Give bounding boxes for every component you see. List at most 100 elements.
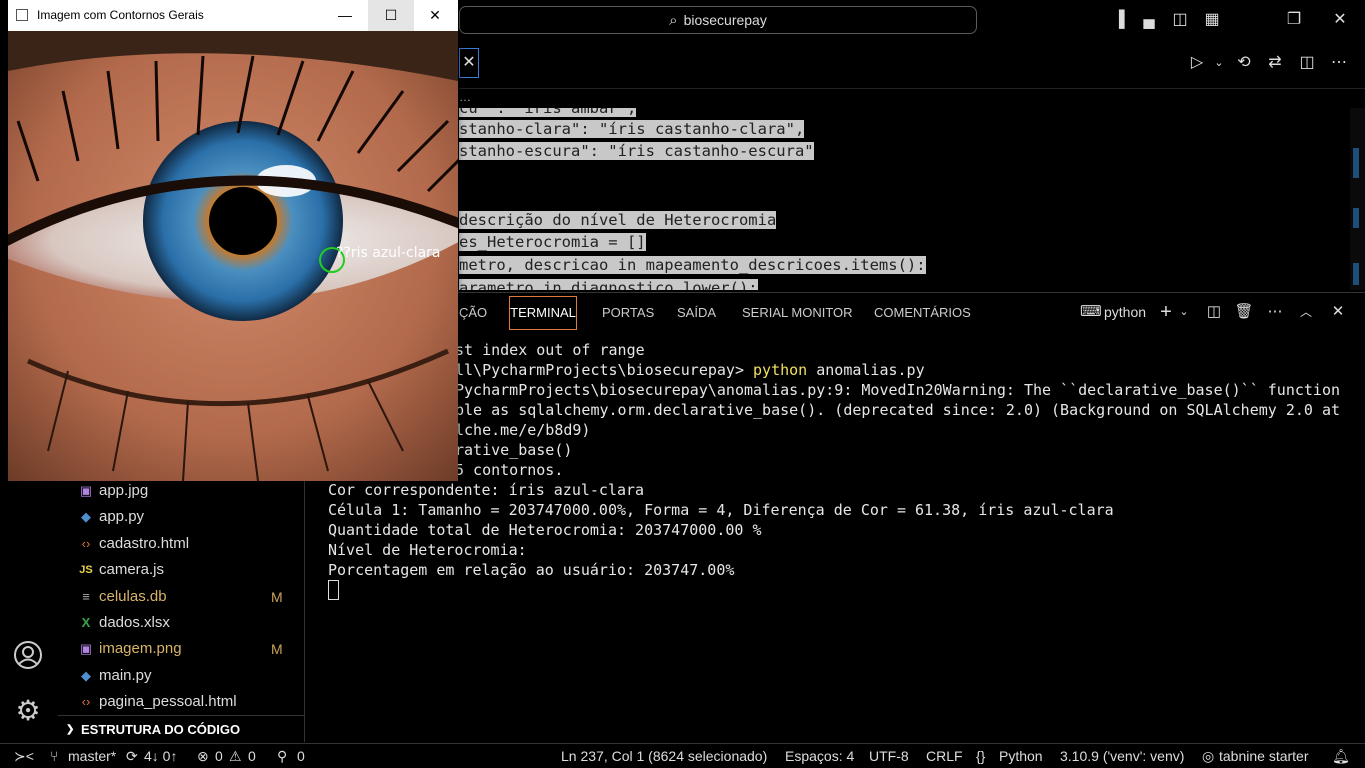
status-bar: ≻< ⑂ master* ⟳ 4↓ 0↑ ⊗ 0 ⚠ 0 ⚲ 0 Ln 237,…: [0, 743, 1365, 768]
minimize-icon[interactable]: —: [322, 0, 368, 31]
code-line: arametro in diagnostico.lower():: [459, 279, 758, 290]
breadcrumb[interactable]: …: [459, 90, 471, 104]
cursor-position[interactable]: Ln 237, Col 1 (8624 selecionado): [561, 744, 767, 768]
html-icon: ‹›: [81, 536, 91, 551]
warning-count[interactable]: 0: [248, 744, 256, 768]
minimap[interactable]: [1350, 108, 1365, 290]
settings-gear-icon[interactable]: ⚙: [13, 696, 43, 726]
close-icon[interactable]: ✕: [412, 0, 458, 31]
compare-changes-icon[interactable]: ⇄: [1264, 52, 1286, 74]
tab-ports[interactable]: PORTAS: [602, 305, 654, 320]
remote-icon[interactable]: ≻<: [14, 744, 34, 768]
tab-serial-monitor[interactable]: SERIAL MONITOR: [742, 305, 853, 320]
error-icon: ⊗: [197, 748, 209, 764]
code-line: descrição do nível de Heterocromia: [459, 211, 777, 229]
file-item[interactable]: ◆ app.py: [58, 504, 304, 530]
file-item[interactable]: Xdados.xlsx: [58, 610, 304, 636]
split-terminal-icon[interactable]: ◫: [1204, 302, 1224, 322]
ports-icon: ⚲: [277, 748, 288, 764]
terminal-output[interactable]: st index out of range ll\PycharmProjects…: [328, 340, 1358, 600]
file-item[interactable]: JS camera.js: [58, 557, 304, 583]
file-item[interactable]: ▣ imagem.png M: [58, 636, 304, 662]
indentation[interactable]: Espaços: 4: [785, 744, 854, 768]
tab-terminal[interactable]: TERMINAL: [509, 296, 577, 330]
more-actions-icon[interactable]: ⋯: [1265, 302, 1285, 322]
terminal-line: ble as sqlalchemy.orm.declarative_base()…: [455, 401, 1341, 419]
end-of-line[interactable]: CRLF: [926, 744, 963, 768]
tab-problems[interactable]: ÇÃO: [459, 305, 487, 320]
split-editor-icon[interactable]: ◫: [1296, 52, 1318, 74]
tabnine-status[interactable]: tabnine starter: [1219, 744, 1309, 768]
branch-icon: ⑂: [50, 748, 59, 764]
contour-label: ??ris azul-clara: [336, 245, 441, 261]
error-count[interactable]: 0: [215, 744, 223, 768]
close-panel-icon[interactable]: ✕: [1328, 302, 1348, 322]
modified-badge: M: [271, 641, 283, 657]
tab-output[interactable]: SAÍDA: [677, 305, 716, 320]
python-interpreter[interactable]: 3.10.9 ('venv': venv): [1060, 744, 1184, 768]
account-icon[interactable]: [13, 640, 43, 670]
timeline-icon[interactable]: ⟲: [1233, 52, 1255, 74]
file-item[interactable]: ‹› pagina_pessoal.html: [58, 689, 304, 715]
file-item[interactable]: ▣ app.jpg: [58, 478, 304, 504]
encoding[interactable]: UTF-8: [869, 744, 909, 768]
image-icon: ▣: [79, 641, 93, 656]
command-center-search[interactable]: ⌕ biosecurepay: [459, 6, 977, 34]
code-line: stanho-escura": "íris castanho-escura": [459, 142, 814, 160]
maximize-icon[interactable]: ☐: [368, 0, 414, 31]
restore-window-icon[interactable]: ❐: [1284, 10, 1304, 30]
trash-icon[interactable]: 🗑: [1234, 302, 1254, 322]
terminal-line: st index out of range: [455, 341, 645, 359]
toggle-panel-icon[interactable]: ▄: [1139, 10, 1159, 30]
outline-section-header[interactable]: ❯ ESTRUTURA DO CÓDIGO: [58, 715, 304, 744]
tabnine-icon: ◎: [1202, 748, 1215, 764]
ports-count[interactable]: 0: [297, 744, 305, 768]
terminal-line: PycharmProjects\biosecurepay\anomalias.p…: [455, 381, 1341, 399]
terminal-line: 5 contornos.: [455, 461, 564, 479]
maximize-panel-icon[interactable]: ︿: [1296, 302, 1316, 322]
app-icon: [16, 9, 28, 21]
modified-badge: M: [271, 589, 283, 605]
chevron-down-icon[interactable]: ⌄: [1177, 302, 1191, 322]
code-editor[interactable]: cu" : "íris ambar", stanho-clara": "íris…: [459, 108, 1349, 290]
command-arg: anomalias.py: [807, 361, 925, 379]
image-window-title: Imagem com Contornos Gerais: [37, 8, 204, 22]
code-line: es_Heterocromia = []: [459, 233, 646, 251]
notifications-bell-icon[interactable]: 🔔︎: [1332, 744, 1350, 768]
file-item[interactable]: ‹› cadastro.html: [58, 531, 304, 557]
chevron-down-icon[interactable]: ⌄: [1208, 52, 1230, 74]
toggle-primary-sidebar-icon[interactable]: ▐: [1109, 10, 1129, 30]
file-item[interactable]: ≡ celulas.db M: [58, 584, 304, 610]
new-terminal-icon[interactable]: +: [1156, 302, 1176, 322]
chevron-right-icon: ❯: [66, 724, 75, 735]
image-icon: ▣: [79, 483, 93, 498]
close-tab-icon[interactable]: ✕: [459, 48, 479, 78]
activity-bar: ⚙: [0, 480, 58, 742]
python-icon: ◆: [81, 668, 91, 683]
close-window-icon[interactable]: ✕: [1330, 10, 1350, 30]
terminal-shell-label[interactable]: python: [1104, 302, 1146, 322]
js-icon: JS: [79, 564, 93, 576]
customize-layout-icon[interactable]: ▦: [1202, 10, 1222, 30]
image-window-titlebar[interactable]: Imagem com Contornos Gerais — ☐ ✕: [8, 0, 458, 31]
explorer-panel: ▣ app.jpg ◆ app.py ‹› cadastro.html JS camer…: [58, 480, 305, 742]
eye-photo: ??ris azul-clara: [8, 31, 458, 481]
terminal-line: ll\PycharmProjects\biosecurepay> python …: [455, 361, 925, 379]
db-icon: ≡: [82, 589, 90, 604]
branch-label[interactable]: master*: [68, 744, 116, 768]
html-icon: ‹›: [81, 694, 91, 709]
file-item[interactable]: ◆ main.py: [58, 663, 304, 689]
run-icon[interactable]: ▷: [1186, 52, 1208, 74]
terminal-line: Nível de Heterocromia:: [328, 541, 527, 559]
terminal-line: rative_base(): [455, 441, 573, 459]
search-icon: ⌕: [669, 11, 678, 29]
tab-comments[interactable]: COMENTÁRIOS: [874, 305, 971, 320]
terminal-shell-icon: ⌨: [1080, 303, 1102, 320]
more-actions-icon[interactable]: ⋯: [1328, 52, 1350, 74]
code-line: cu" : "íris ambar",: [459, 108, 637, 117]
toggle-secondary-sidebar-icon[interactable]: ◫: [1170, 10, 1190, 30]
sync-status[interactable]: 4↓ 0↑: [144, 744, 177, 768]
language-mode[interactable]: Python: [999, 744, 1043, 768]
search-text: biosecurepay: [683, 12, 767, 28]
image-window[interactable]: Imagem com Contornos Gerais — ☐ ✕ ??ris …: [8, 0, 458, 481]
